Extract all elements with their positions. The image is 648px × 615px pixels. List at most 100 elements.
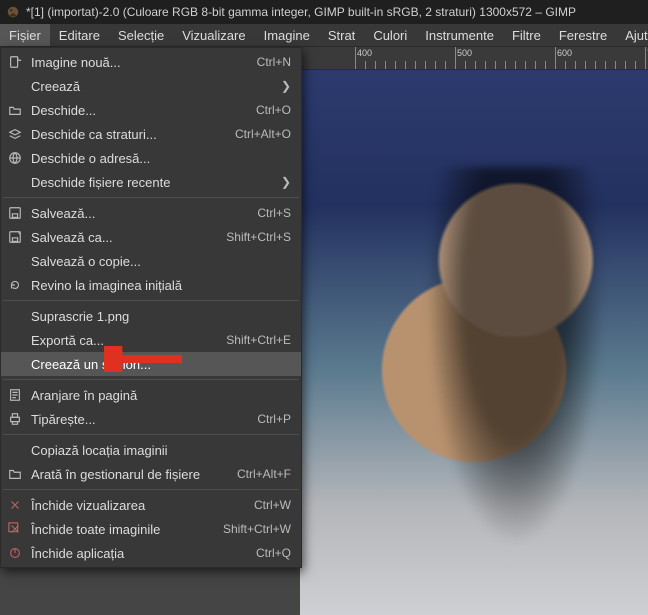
menu-item-label: Salvează ca... <box>31 230 214 245</box>
menu-item-shortcut: Ctrl+Alt+O <box>235 127 291 141</box>
menu-item[interactable]: Aranjare în pagină <box>1 383 301 407</box>
menu-item[interactable]: Suprascrie 1.png <box>1 304 301 328</box>
menu-item-label: Imagine nouă... <box>31 55 245 70</box>
menu-item-label: Tipărește... <box>31 412 245 427</box>
menu-item[interactable]: Închide aplicațiaCtrl+Q <box>1 541 301 565</box>
menu-item[interactable]: Deschide... Ctrl+O <box>1 98 301 122</box>
menu-item-shortcut: Shift+Ctrl+E <box>226 333 291 347</box>
ruler-tick-label: 400 <box>357 48 372 58</box>
menu-item[interactable]: Tipărește...Ctrl+P <box>1 407 301 431</box>
menu-item-shortcut: Ctrl+O <box>256 103 291 117</box>
menu-item[interactable]: Imagine nouă... Ctrl+N <box>1 50 301 74</box>
canvas[interactable] <box>300 69 648 615</box>
blank-icon <box>7 253 23 269</box>
menu-item-label: Deschide ca straturi... <box>31 127 223 142</box>
folder-open-icon <box>7 102 23 118</box>
blank-icon <box>7 442 23 458</box>
menu-item-label: Închide aplicația <box>31 546 244 561</box>
menu-item[interactable]: Creează ❯ <box>1 74 301 98</box>
ruler-subtick <box>595 61 596 69</box>
menu-item-label: Închide toate imaginile <box>31 522 211 537</box>
ruler-subtick <box>385 61 386 69</box>
menu-item[interactable]: Arată în gestionarul de fișiereCtrl+Alt+… <box>1 462 301 486</box>
print-icon <box>7 411 23 427</box>
close-icon <box>7 497 23 513</box>
menubar: Fișier Editare Selecție Vizualizare Imag… <box>0 24 648 47</box>
menu-item[interactable]: Închide toate imaginile Shift+Ctrl+W <box>1 517 301 541</box>
menu-layer[interactable]: Strat <box>319 24 364 46</box>
ruler-subtick <box>525 61 526 69</box>
ruler-tick <box>555 47 556 69</box>
menu-item-label: Salvează... <box>31 206 245 221</box>
menu-select[interactable]: Selecție <box>109 24 173 46</box>
revert-icon <box>7 277 23 293</box>
menu-help[interactable]: Ajutor <box>616 24 648 46</box>
menu-item-shortcut: Shift+Ctrl+W <box>223 522 291 536</box>
document-new-icon <box>7 54 23 70</box>
menu-colors[interactable]: Culori <box>364 24 416 46</box>
ruler-tick <box>645 47 646 69</box>
menu-item-shortcut: Shift+Ctrl+S <box>226 230 291 244</box>
ruler-subtick <box>465 61 466 69</box>
menu-item-shortcut: Ctrl+Alt+F <box>237 467 291 481</box>
submenu-arrow-icon: ❯ <box>281 79 291 93</box>
ruler-subtick <box>625 61 626 69</box>
menu-item[interactable]: Deschide o adresă... <box>1 146 301 170</box>
menu-separator <box>3 434 299 435</box>
menu-item-label: Creează <box>31 79 269 94</box>
menu-edit[interactable]: Editare <box>50 24 109 46</box>
save-icon <box>7 205 23 221</box>
menu-item[interactable]: Revino la imaginea inițială <box>1 273 301 297</box>
menu-item-label: Exportă ca... <box>31 333 214 348</box>
menu-item[interactable]: Închide vizualizareaCtrl+W <box>1 493 301 517</box>
menu-item-label: Creează un șablon... <box>31 357 291 372</box>
blank-icon <box>7 174 23 190</box>
menu-item[interactable]: Salvează o copie... <box>1 249 301 273</box>
blank-icon <box>7 356 23 372</box>
save-as-icon <box>7 229 23 245</box>
menu-item[interactable]: Copiază locația imaginii <box>1 438 301 462</box>
menu-filters[interactable]: Filtre <box>503 24 550 46</box>
menu-item-label: Salvează o copie... <box>31 254 291 269</box>
menu-item-shortcut: Ctrl+N <box>257 55 291 69</box>
blank-icon <box>7 78 23 94</box>
ruler-subtick <box>635 61 636 69</box>
menu-item-label: Deschide... <box>31 103 244 118</box>
ruler-subtick <box>485 61 486 69</box>
menu-item[interactable]: Salvează ca... Shift+Ctrl+S <box>1 225 301 249</box>
menu-separator <box>3 197 299 198</box>
workspace: 400500600700 Imagine nouă... Ctrl+N Creeaz… <box>0 47 648 615</box>
quit-icon <box>7 545 23 561</box>
ruler-subtick <box>395 61 396 69</box>
menu-view[interactable]: Vizualizare <box>173 24 254 46</box>
ruler-tick-label: 600 <box>557 48 572 58</box>
page-setup-icon <box>7 387 23 403</box>
menu-separator <box>3 379 299 380</box>
ruler-subtick <box>435 61 436 69</box>
menu-item[interactable]: Deschide ca straturi... Ctrl+Alt+O <box>1 122 301 146</box>
layers-open-icon <box>7 126 23 142</box>
folder-icon <box>7 466 23 482</box>
menu-item[interactable]: Deschide fișiere recente❯ <box>1 170 301 194</box>
menu-item-label: Copiază locația imaginii <box>31 443 291 458</box>
menu-item-label: Deschide o adresă... <box>31 151 291 166</box>
ruler-subtick <box>475 61 476 69</box>
window-titlebar: *[1] (importat)-2.0 (Culoare RGB 8-bit g… <box>0 0 648 24</box>
menu-item-shortcut: Ctrl+W <box>254 498 291 512</box>
menu-item[interactable]: Exportă ca... Shift+Ctrl+E <box>1 328 301 352</box>
submenu-arrow-icon: ❯ <box>281 175 291 189</box>
ruler-subtick <box>365 61 366 69</box>
ruler-subtick <box>575 61 576 69</box>
menu-image[interactable]: Imagine <box>255 24 319 46</box>
menu-item[interactable]: Creează un șablon... <box>1 352 301 376</box>
ruler-subtick <box>585 61 586 69</box>
globe-icon <box>7 150 23 166</box>
menu-tools[interactable]: Instrumente <box>416 24 503 46</box>
menu-file[interactable]: Fișier <box>0 24 50 46</box>
menu-item[interactable]: Salvează...Ctrl+S <box>1 201 301 225</box>
ruler-subtick <box>415 61 416 69</box>
ruler-subtick <box>405 61 406 69</box>
ruler-ticks: 400500600700 <box>300 47 648 69</box>
ruler-tick <box>455 47 456 69</box>
menu-windows[interactable]: Ferestre <box>550 24 616 46</box>
